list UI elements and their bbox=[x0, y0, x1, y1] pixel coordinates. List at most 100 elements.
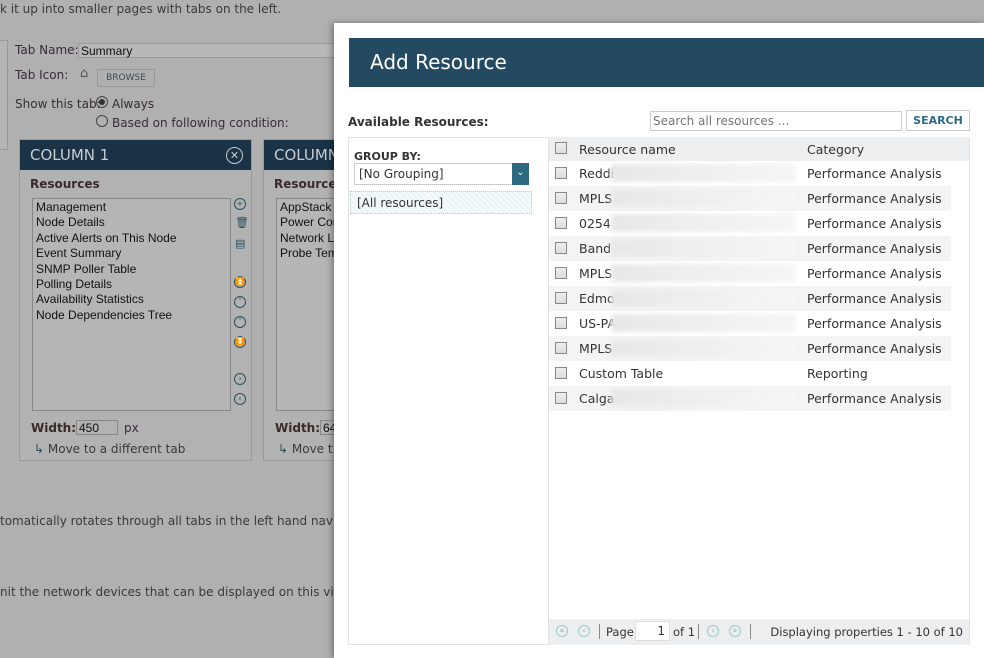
next-page-icon[interactable]: › bbox=[707, 625, 719, 637]
radio-always[interactable] bbox=[96, 96, 108, 108]
browse-button[interactable]: BROWSE bbox=[97, 69, 155, 87]
row-checkbox[interactable] bbox=[555, 392, 567, 404]
resource-list-item[interactable]: Polling Details bbox=[36, 277, 227, 292]
move-tab-link-2[interactable]: ↳ Move t bbox=[278, 442, 333, 456]
chevron-down-icon[interactable]: ⌄ bbox=[512, 163, 529, 185]
tab-sidebar[interactable] bbox=[0, 40, 8, 150]
move-tab-link[interactable]: ↳ Move to a different tab bbox=[34, 442, 185, 456]
limit-text: nit the network devices that can be disp… bbox=[0, 585, 373, 599]
row-checkbox[interactable] bbox=[555, 367, 567, 379]
move-left-icon[interactable]: ‹ bbox=[234, 393, 246, 405]
table-row[interactable]: MPLS Performance Analysis bbox=[549, 261, 969, 286]
width-label: Width: bbox=[31, 421, 77, 435]
table-row[interactable]: MPLS Performance Analysis bbox=[549, 186, 951, 211]
column-1-panel: COLUMN 1 ✕ Resources Management Node Deta… bbox=[19, 139, 252, 461]
tab-name-input[interactable]: Summary bbox=[78, 43, 338, 58]
resource-list-item[interactable]: Availability Statistics bbox=[36, 292, 227, 307]
first-page-icon[interactable]: « bbox=[556, 625, 568, 637]
tab-name-label: Tab Name: bbox=[15, 43, 79, 57]
move-tab-label: Move to a different tab bbox=[47, 442, 186, 456]
column-header-category[interactable]: Category bbox=[807, 142, 864, 157]
redacted-text bbox=[611, 189, 796, 207]
column-2-header: COLUMN bbox=[264, 140, 342, 170]
move-down-icon[interactable]: ˅ bbox=[234, 316, 246, 328]
show-tab-label: Show this tab: bbox=[15, 97, 101, 111]
table-header: Resource name Category bbox=[549, 137, 969, 161]
copy-icon[interactable]: ▤ bbox=[235, 237, 245, 250]
divider bbox=[750, 624, 751, 639]
column-2-panel: COLUMN Resources AppStack Power Cor Networ… bbox=[263, 139, 356, 461]
available-resources-label: Available Resources: bbox=[348, 115, 489, 129]
home-icon: ⌂ bbox=[80, 66, 89, 81]
add-icon[interactable]: + bbox=[234, 198, 246, 210]
resource-name: Edmo bbox=[579, 291, 615, 306]
resource-name: Custom Table bbox=[579, 366, 664, 381]
resource-list-item[interactable]: Management bbox=[36, 200, 227, 215]
redacted-text bbox=[611, 239, 796, 257]
group-by-select[interactable]: [No Grouping] ⌄ bbox=[354, 163, 529, 185]
redacted-text bbox=[611, 264, 796, 282]
redacted-text bbox=[611, 389, 796, 407]
table-row[interactable]: 0254 Performance Analysis bbox=[549, 211, 969, 236]
table-row[interactable]: US-PA Performance Analysis bbox=[549, 311, 969, 336]
move-right-icon[interactable]: › bbox=[234, 373, 246, 385]
row-checkbox[interactable] bbox=[555, 242, 567, 254]
group-item-all-resources[interactable]: [All resources] bbox=[350, 191, 532, 214]
search-input[interactable] bbox=[650, 111, 902, 131]
last-page-icon[interactable]: » bbox=[729, 625, 741, 637]
search-button[interactable]: SEARCH bbox=[906, 110, 970, 131]
move-tab-label-2: Move t bbox=[291, 442, 333, 456]
redacted-text bbox=[611, 214, 796, 232]
column-1-title: COLUMN 1 bbox=[30, 146, 110, 164]
table-row[interactable]: Reddi Performance Analysis bbox=[549, 161, 969, 186]
group-by-label: GROUP BY: bbox=[354, 150, 421, 163]
resource-list-item[interactable]: SNMP Poller Table bbox=[36, 262, 227, 277]
table-row[interactable]: Calga Performance Analysis bbox=[549, 386, 951, 411]
width-input[interactable]: 450 bbox=[76, 420, 118, 435]
column-2-title: COLUMN bbox=[274, 146, 340, 164]
resource-name: 0254 bbox=[579, 216, 611, 231]
move-up-icon[interactable]: ˄ bbox=[234, 296, 246, 308]
resource-list-item[interactable]: Node Dependencies Tree bbox=[36, 308, 227, 323]
resource-name: Reddi bbox=[579, 166, 615, 181]
row-checkbox[interactable] bbox=[555, 342, 567, 354]
radio-condition[interactable] bbox=[96, 115, 108, 127]
move-bottom-icon[interactable]: ⏬ bbox=[234, 336, 246, 348]
row-checkbox[interactable] bbox=[555, 292, 567, 304]
resource-list-item[interactable]: Event Summary bbox=[36, 246, 227, 261]
width-label-2: Width: bbox=[275, 421, 321, 435]
divider bbox=[599, 624, 600, 639]
row-checkbox[interactable] bbox=[555, 192, 567, 204]
group-by-value: [No Grouping] bbox=[359, 167, 444, 181]
tab-icon-label: Tab Icon: bbox=[15, 68, 69, 82]
row-checkbox[interactable] bbox=[555, 317, 567, 329]
select-all-checkbox[interactable] bbox=[555, 142, 567, 154]
page-input[interactable]: 1 bbox=[635, 621, 670, 641]
move-top-icon[interactable]: ⏫ bbox=[234, 276, 246, 288]
table-row[interactable]: Edmo Performance Analysis bbox=[549, 286, 951, 311]
display-count-text: Displaying properties 1 - 10 of 10 bbox=[770, 625, 963, 639]
column-1-resource-list[interactable]: Management Node Details Active Alerts on T… bbox=[32, 198, 231, 411]
table-row[interactable]: MPLS Performance Analysis bbox=[549, 336, 951, 361]
resource-category: Performance Analysis bbox=[807, 341, 942, 356]
column-header-name[interactable]: Resource name bbox=[579, 142, 676, 157]
resource-name: MPLS bbox=[579, 191, 613, 206]
resource-category: Performance Analysis bbox=[807, 291, 942, 306]
row-checkbox[interactable] bbox=[555, 267, 567, 279]
rotate-text: tomatically rotates through all tabs in … bbox=[0, 514, 367, 528]
table-row[interactable]: Band Performance Analysis bbox=[549, 236, 951, 261]
trash-icon[interactable]: 🗑 bbox=[235, 216, 249, 229]
resource-list-item[interactable]: Active Alerts on This Node bbox=[36, 231, 227, 246]
page-of-label: of 1 bbox=[673, 625, 696, 639]
redacted-text bbox=[611, 314, 796, 332]
row-checkbox[interactable] bbox=[555, 167, 567, 179]
dialog-header: Add Resource bbox=[349, 38, 984, 87]
radio-always-label: Always bbox=[112, 97, 155, 111]
resource-name: Calga bbox=[579, 391, 615, 406]
resource-category: Performance Analysis bbox=[807, 216, 942, 231]
prev-page-icon[interactable]: ‹ bbox=[578, 625, 590, 637]
close-column-icon[interactable]: ✕ bbox=[226, 147, 243, 164]
resource-list-item[interactable]: Node Details bbox=[36, 215, 227, 230]
row-checkbox[interactable] bbox=[555, 217, 567, 229]
table-row[interactable]: Custom Table Reporting bbox=[549, 361, 969, 386]
